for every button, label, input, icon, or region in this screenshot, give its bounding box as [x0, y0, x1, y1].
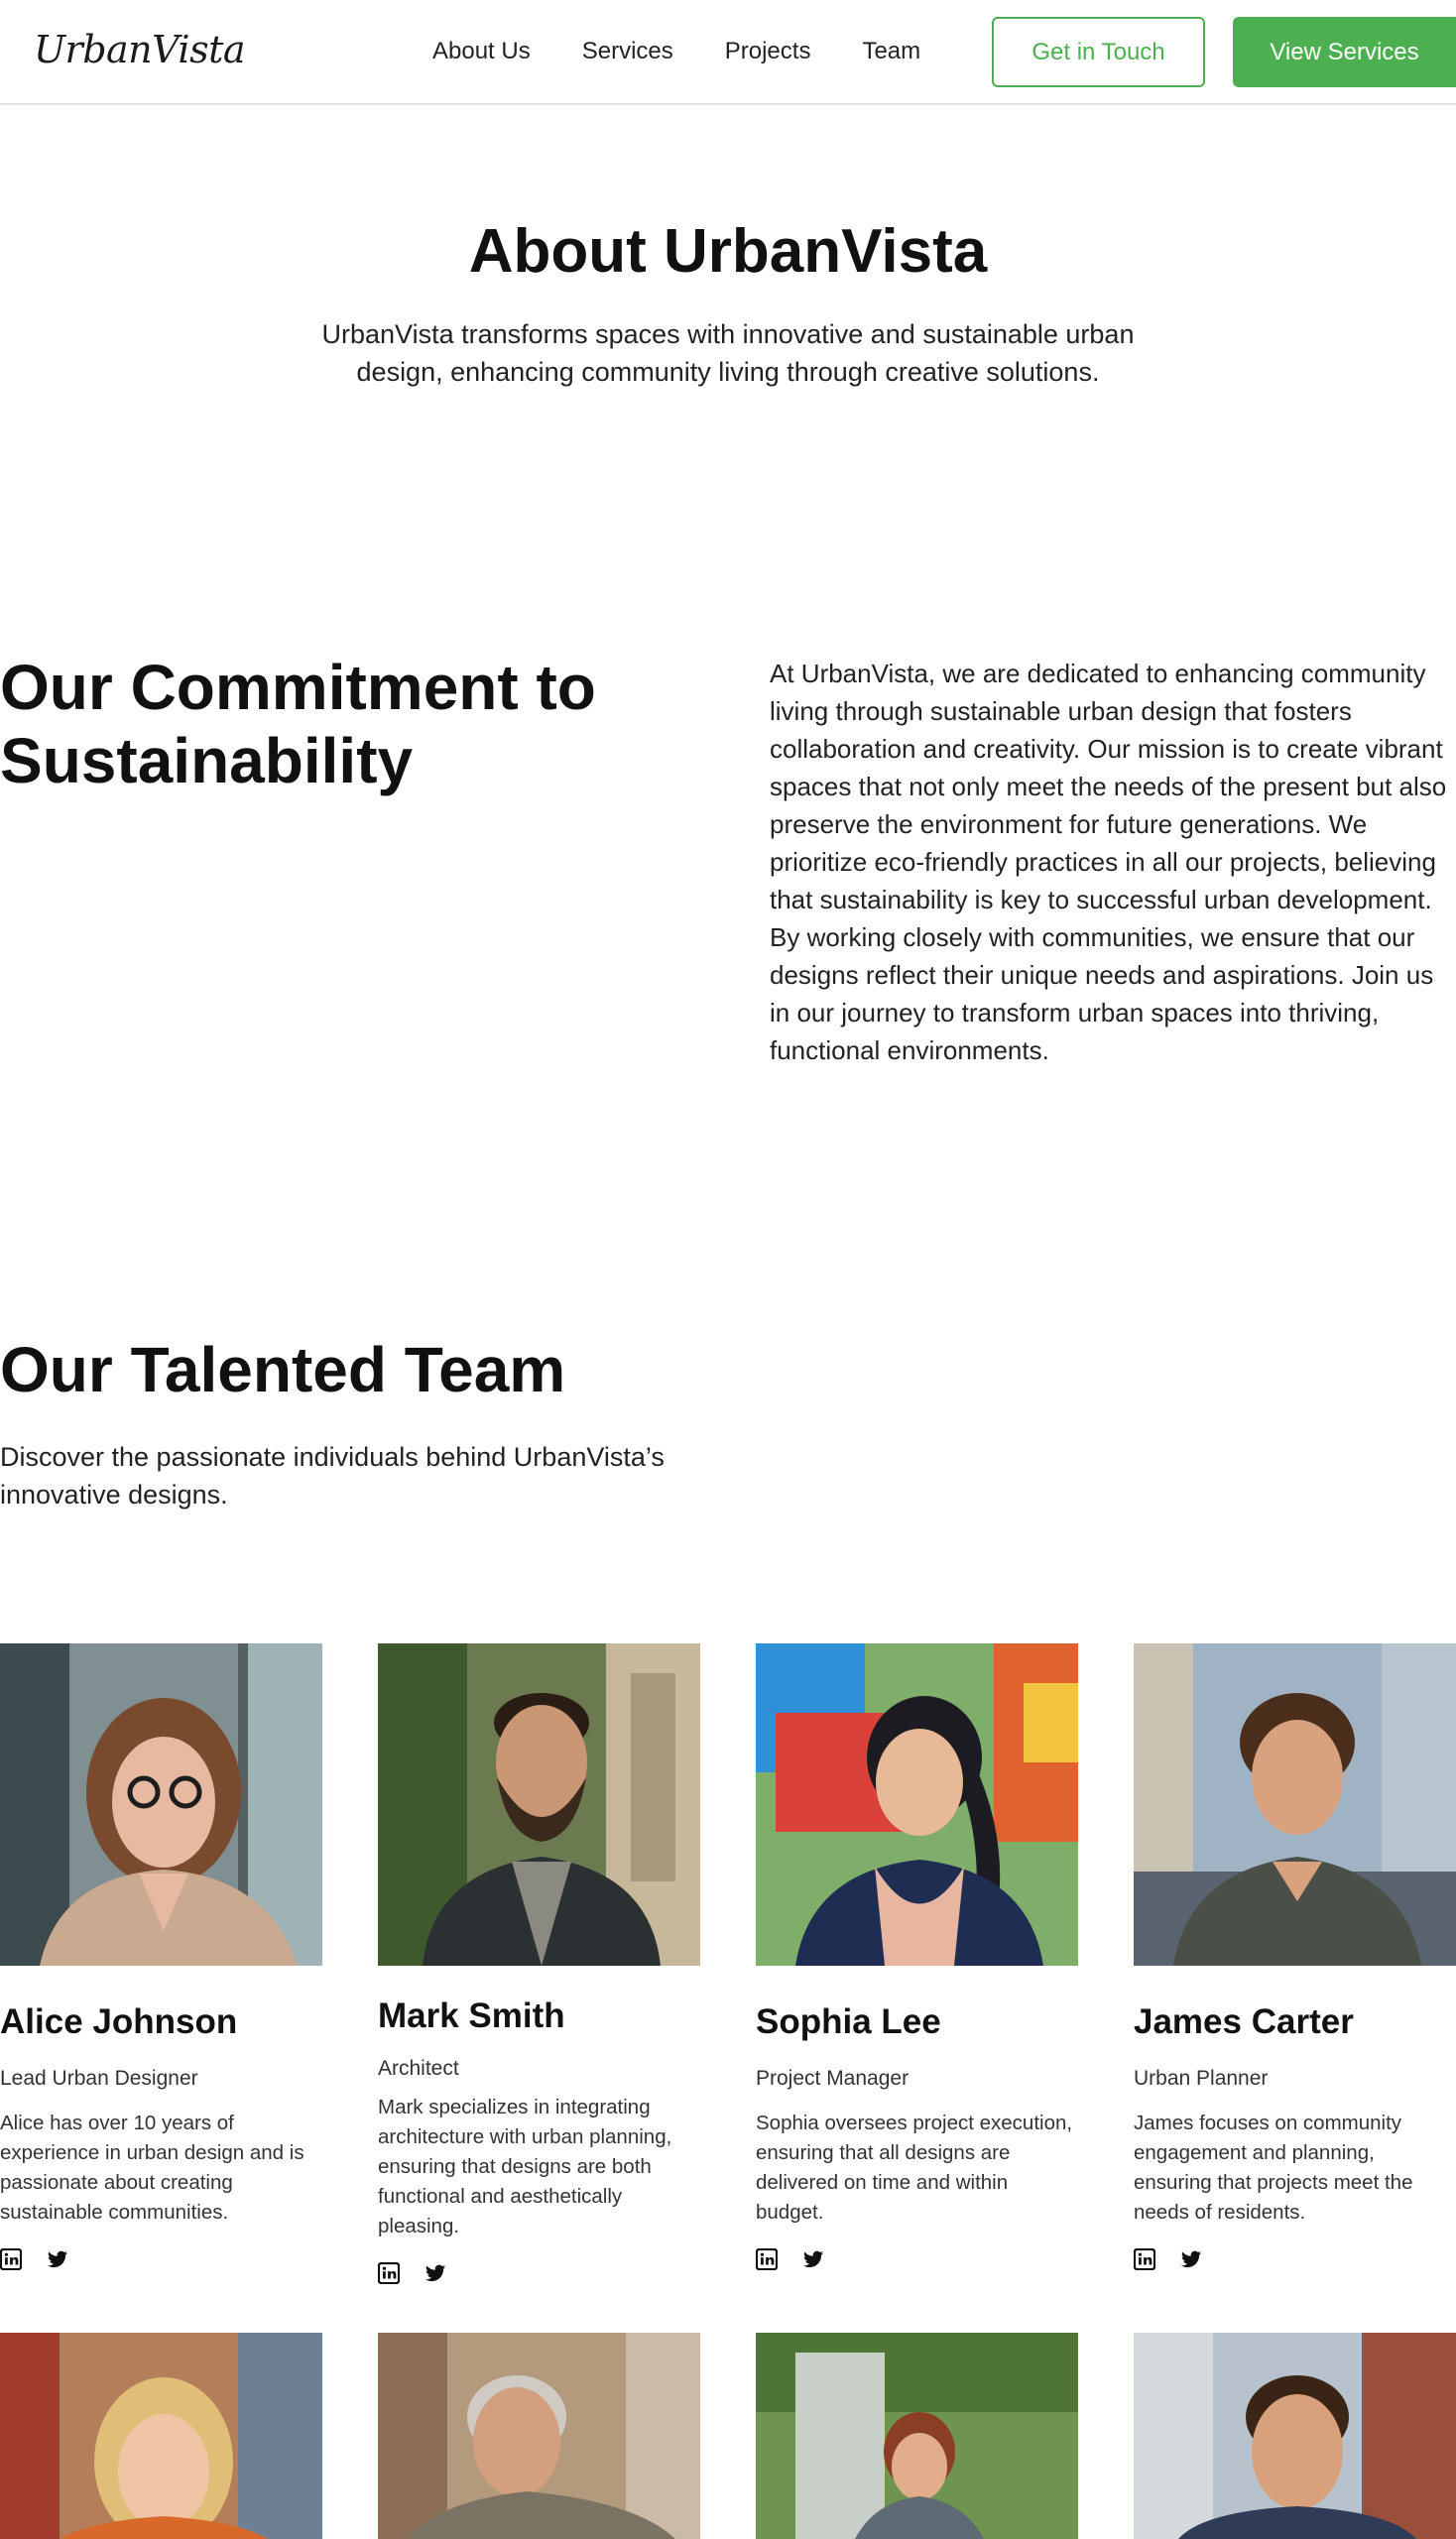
logo[interactable]: UrbanVista: [34, 28, 246, 71]
team-card: Mark Smith Architect Mark specializes in…: [378, 1643, 700, 2285]
main-nav: About Us Services Projects Team: [432, 36, 972, 67]
team-title: Our Talented Team: [0, 1334, 566, 1405]
linkedin-icon[interactable]: [756, 2248, 778, 2270]
member-bio: Mark specializes in integrating architec…: [378, 2096, 672, 2237]
commitment-text: At UrbanVista, we are dedicated to enhan…: [770, 659, 1447, 1065]
member-photo: [0, 2333, 322, 2539]
team-subtitle: Discover the passionate individuals behi…: [0, 1442, 665, 1510]
about-text: UrbanVista transforms spaces with innova…: [321, 319, 1135, 387]
nav-services[interactable]: Services: [582, 36, 673, 67]
team-card: [378, 2333, 700, 2539]
twitter-icon[interactable]: [1180, 2248, 1202, 2270]
team-card: [0, 2333, 322, 2539]
twitter-icon[interactable]: [425, 2262, 446, 2284]
member-name: Mark Smith: [378, 1996, 565, 2035]
linkedin-icon[interactable]: [1134, 2248, 1155, 2270]
member-photo: [378, 2333, 700, 2539]
social-links: [0, 2247, 322, 2271]
member-role: Lead Urban Designer: [0, 2067, 198, 2090]
member-bio: Sophia oversees project execution, ensur…: [756, 2112, 1073, 2224]
social-links: [756, 2247, 1078, 2271]
member-role: Project Manager: [756, 2067, 910, 2090]
member-photo: [756, 1643, 1078, 1966]
member-role: Urban Planner: [1134, 2067, 1269, 2090]
member-bio: Alice has over 10 years of experience in…: [0, 2112, 304, 2224]
member-photo: [0, 1643, 322, 1966]
get-in-touch-button[interactable]: Get in Touch: [992, 17, 1205, 87]
member-bio: James focuses on community engagement an…: [1134, 2112, 1413, 2224]
member-name: Alice Johnson: [0, 2002, 238, 2041]
member-photo: [1134, 1643, 1456, 1966]
social-links: [378, 2261, 700, 2285]
twitter-icon[interactable]: [802, 2248, 824, 2270]
member-photo: [756, 2333, 1078, 2539]
member-name: James Carter: [1134, 2002, 1354, 2041]
nav-projects[interactable]: Projects: [725, 36, 811, 67]
social-links: [1134, 2247, 1456, 2271]
linkedin-icon[interactable]: [378, 2262, 400, 2284]
team-card: Alice Johnson Lead Urban Designer Alice …: [0, 1643, 322, 2271]
about-title: About UrbanVista: [468, 217, 988, 286]
team-card: [756, 2333, 1078, 2539]
twitter-icon[interactable]: [47, 2248, 68, 2270]
member-photo: [378, 1643, 700, 1966]
nav-team[interactable]: Team: [862, 36, 920, 67]
team-card: [1134, 2333, 1456, 2539]
view-services-button[interactable]: View Services: [1233, 17, 1456, 87]
nav-about-us[interactable]: About Us: [432, 36, 531, 67]
site-header: UrbanVista About Us Services Projects Te…: [0, 0, 1456, 105]
team-card: Sophia Lee Project Manager Sophia overse…: [756, 1643, 1078, 2271]
member-role: Architect: [378, 2057, 459, 2080]
member-name: Sophia Lee: [756, 2002, 941, 2041]
commitment-title: Our Commitment to Sustainability: [0, 652, 596, 796]
member-photo: [1134, 2333, 1456, 2539]
team-card: James Carter Urban Planner James focuses…: [1134, 1643, 1456, 2271]
linkedin-icon[interactable]: [0, 2248, 22, 2270]
